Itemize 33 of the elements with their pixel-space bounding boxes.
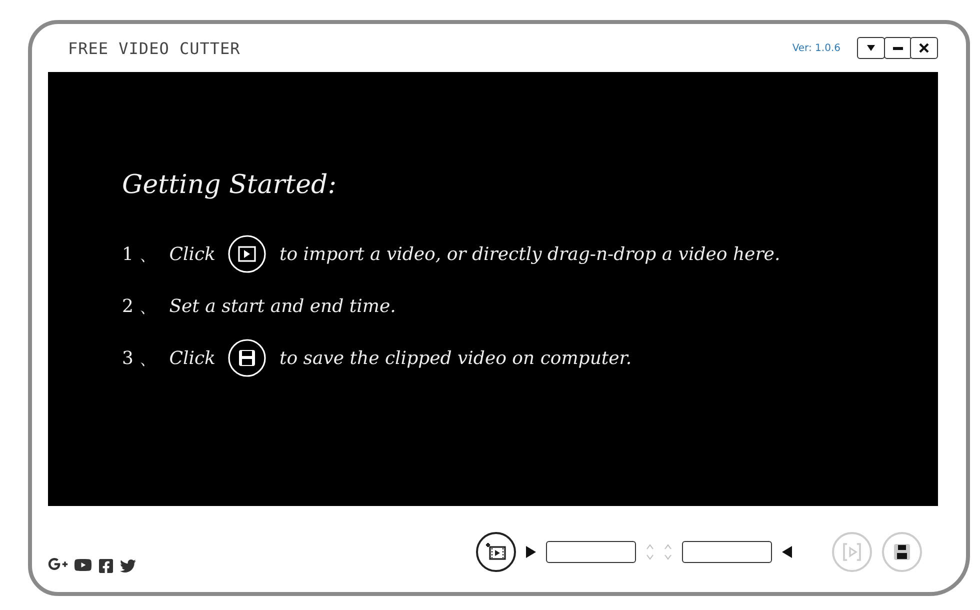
step-text: Set a start and end time.: [169, 296, 396, 316]
getting-started-heading: Getting Started:: [122, 170, 338, 200]
window-title: FREE VIDEO CUTTER: [68, 38, 240, 58]
twitter-link[interactable]: [120, 558, 136, 574]
minimize-button[interactable]: [884, 37, 912, 59]
step-number: 1 、: [122, 243, 158, 266]
step-number: 2 、: [122, 295, 158, 318]
film-add-icon: [485, 541, 507, 563]
version-label: Ver: 1.0.6: [792, 42, 840, 54]
save-icon: [891, 541, 913, 563]
facebook-icon: [98, 558, 114, 574]
import-icon: [227, 234, 268, 274]
youtube-icon: [74, 556, 92, 574]
step-text: to save the clipped video on computer.: [279, 348, 632, 368]
close-icon: [919, 43, 929, 53]
youtube-link[interactable]: [74, 556, 92, 574]
preview-icon: [841, 541, 863, 563]
end-time-field[interactable]: [682, 541, 772, 563]
step-text: to import a video, or directly drag-n-drop a video here.: [279, 244, 780, 264]
minimize-icon: [892, 46, 902, 50]
start-time-field[interactable]: [546, 541, 636, 563]
save-icon: [227, 338, 268, 378]
menu-button[interactable]: [857, 37, 885, 59]
close-button[interactable]: [910, 37, 938, 59]
end-marker-icon: [782, 546, 792, 558]
start-marker-icon: [526, 546, 536, 558]
step-number: 3 、: [122, 347, 158, 370]
import-button[interactable]: [476, 532, 516, 572]
facebook-link[interactable]: [98, 558, 114, 574]
step-text: Click: [169, 348, 216, 368]
twitter-icon: [120, 558, 136, 574]
caret-icon: [866, 45, 876, 51]
step-text: Click: [169, 244, 216, 264]
